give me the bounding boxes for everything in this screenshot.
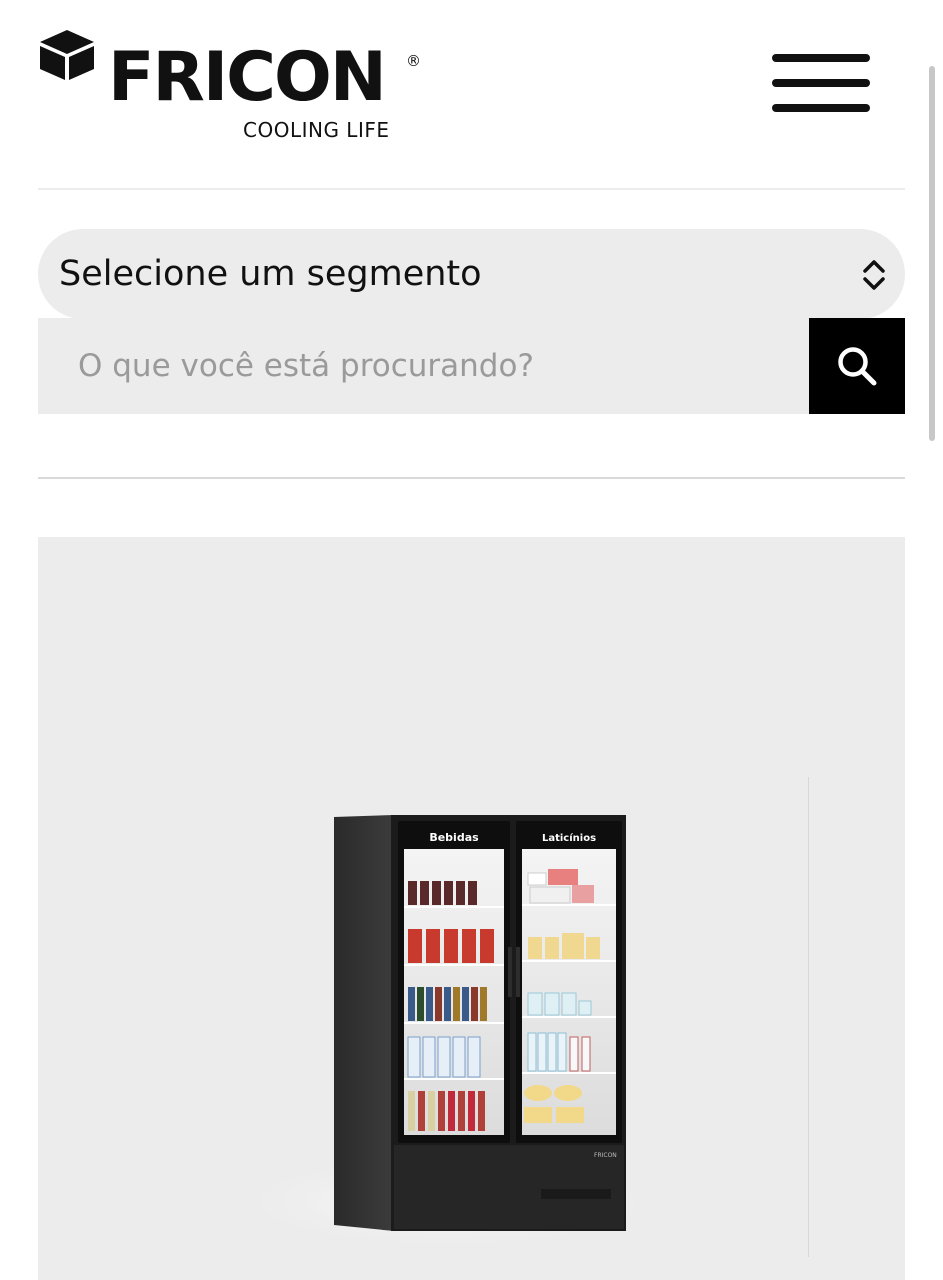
page: FRICON ® COOLING LIFE Selecione um segme… (0, 0, 943, 1280)
card-divider (808, 777, 809, 1257)
registered-mark: ® (406, 52, 421, 70)
search-button[interactable] (809, 318, 905, 414)
door-label-laticinios: Laticínios (542, 832, 596, 844)
search-icon (838, 347, 877, 386)
section-divider (38, 477, 905, 479)
cube-icon (40, 30, 94, 80)
scrollbar[interactable] (929, 66, 935, 441)
chevron-updown-icon (863, 260, 885, 290)
segment-select-label: Selecione um segmento (59, 254, 482, 294)
menu-button[interactable] (772, 54, 870, 116)
door-label-bebidas: Bebidas (429, 831, 479, 844)
site-header: FRICON ® COOLING LIFE (0, 0, 943, 190)
search-input[interactable] (38, 318, 809, 414)
fricon-logo[interactable]: FRICON ® COOLING LIFE (38, 30, 438, 150)
segment-select[interactable]: Selecione um segmento (38, 229, 905, 319)
refrigerator-image: FRICON Bebidas Laticínios (218, 815, 678, 1252)
header-divider (38, 188, 905, 190)
logo-wordmark: FRICON (108, 38, 387, 117)
logo-tagline: COOLING LIFE (243, 118, 390, 142)
refrigerator-badge: FRICON (594, 1152, 617, 1159)
product-card[interactable]: FRICON Bebidas Laticínios (38, 537, 905, 1280)
search-bar (38, 318, 905, 414)
